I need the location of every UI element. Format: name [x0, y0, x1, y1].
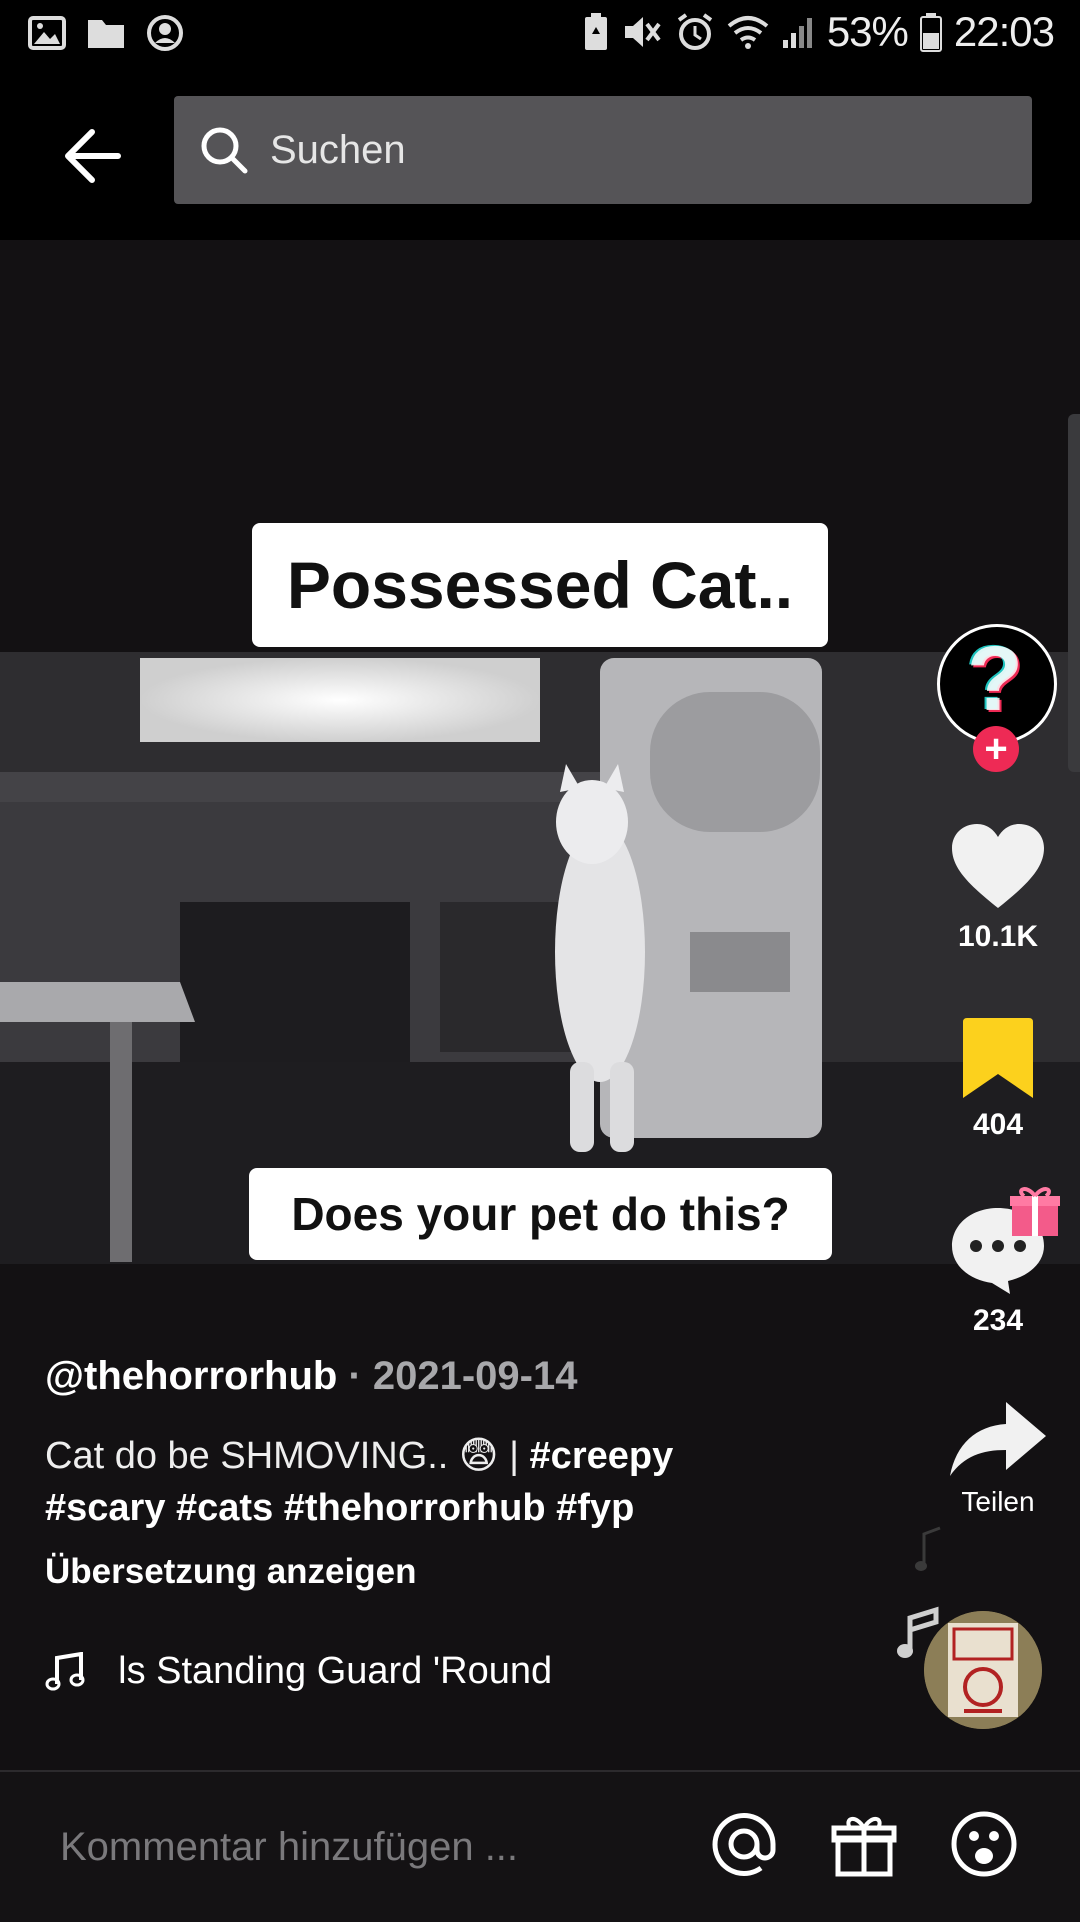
show-translation-link[interactable]: Übersetzung anzeigen [45, 1552, 416, 1592]
video-caption-bottom: Does your pet do this? [249, 1168, 832, 1260]
comment-count: 234 [972, 1304, 1024, 1337]
clock: 22:03 [953, 8, 1055, 55]
description-separator: | [498, 1435, 530, 1477]
music-note-icon [915, 1526, 941, 1571]
top-bar [0, 72, 1080, 240]
share-arrow-icon[interactable] [948, 1400, 1048, 1478]
post-separator: · [337, 1354, 373, 1398]
mention-icon[interactable] [708, 1808, 780, 1880]
account-icon [147, 15, 183, 51]
album-cover [924, 1611, 1042, 1729]
status-bar: 53% 22:03 [0, 0, 1080, 72]
save-action[interactable]: 404 [946, 1018, 1050, 1142]
video-caption-top: Possessed Cat.. [252, 523, 828, 647]
fearful-emoji: 😨 [458, 1435, 499, 1477]
share-action[interactable]: Teilen [946, 1400, 1050, 1518]
hashtag[interactable]: #cats [176, 1487, 273, 1529]
bookmark-icon[interactable] [961, 1018, 1035, 1100]
like-action[interactable]: 10.1K [946, 822, 1050, 954]
back-arrow-icon[interactable] [56, 116, 136, 196]
battery-saver-icon [584, 13, 607, 50]
search-input[interactable] [268, 126, 1032, 174]
music-disc[interactable] [924, 1611, 1042, 1729]
mute-icon [624, 17, 661, 47]
post-date: 2021-09-14 [372, 1354, 578, 1398]
music-title-text: els Standing Guard 'Round [119, 1650, 553, 1692]
folder-icon [88, 20, 124, 48]
post-meta: @thehorrorhub · 2021-09-14 [45, 1354, 577, 1399]
description-text: Cat do be SHMOVING.. [45, 1435, 459, 1477]
wifi-icon [727, 16, 769, 49]
like-count: 10.1K [957, 920, 1039, 953]
gallery-icon [28, 16, 66, 50]
question-mark-icon: ? ? ? [965, 634, 1025, 732]
search-bar[interactable] [174, 96, 1032, 204]
battery-percent: 53% [826, 8, 909, 55]
hashtag[interactable]: #thehorrorhub [284, 1487, 546, 1529]
music-title[interactable]: els Standing Guard 'Round [119, 1650, 659, 1693]
search-icon [201, 127, 248, 174]
follow-button[interactable]: + [973, 726, 1019, 772]
gift-badge-icon[interactable] [1008, 1184, 1062, 1238]
music-note-icon [45, 1651, 85, 1690]
post-description: Cat do be SHMOVING.. 😨 | #creepy #scary … [45, 1430, 765, 1534]
signal-icon [782, 18, 812, 48]
gift-icon[interactable] [828, 1808, 900, 1880]
heart-icon[interactable] [948, 822, 1048, 912]
save-count: 404 [972, 1108, 1024, 1141]
battery-icon [919, 13, 942, 52]
creator-avatar[interactable]: ? ? ? + [937, 624, 1057, 772]
scroll-handle[interactable] [1068, 414, 1080, 772]
alarm-icon [677, 13, 712, 50]
comment-input[interactable] [36, 1798, 662, 1896]
comment-bar [0, 1770, 1080, 1922]
svg-text:?: ? [967, 634, 1023, 730]
emoji-icon[interactable] [948, 1808, 1020, 1880]
hashtag[interactable]: #fyp [556, 1487, 634, 1529]
hashtag[interactable]: #scary [45, 1487, 165, 1529]
music-row[interactable]: els Standing Guard 'Round [45, 1650, 659, 1693]
author-name[interactable]: @thehorrorhub [45, 1354, 337, 1398]
share-label: Teilen [961, 1486, 1035, 1517]
hashtag[interactable]: #creepy [530, 1435, 674, 1477]
